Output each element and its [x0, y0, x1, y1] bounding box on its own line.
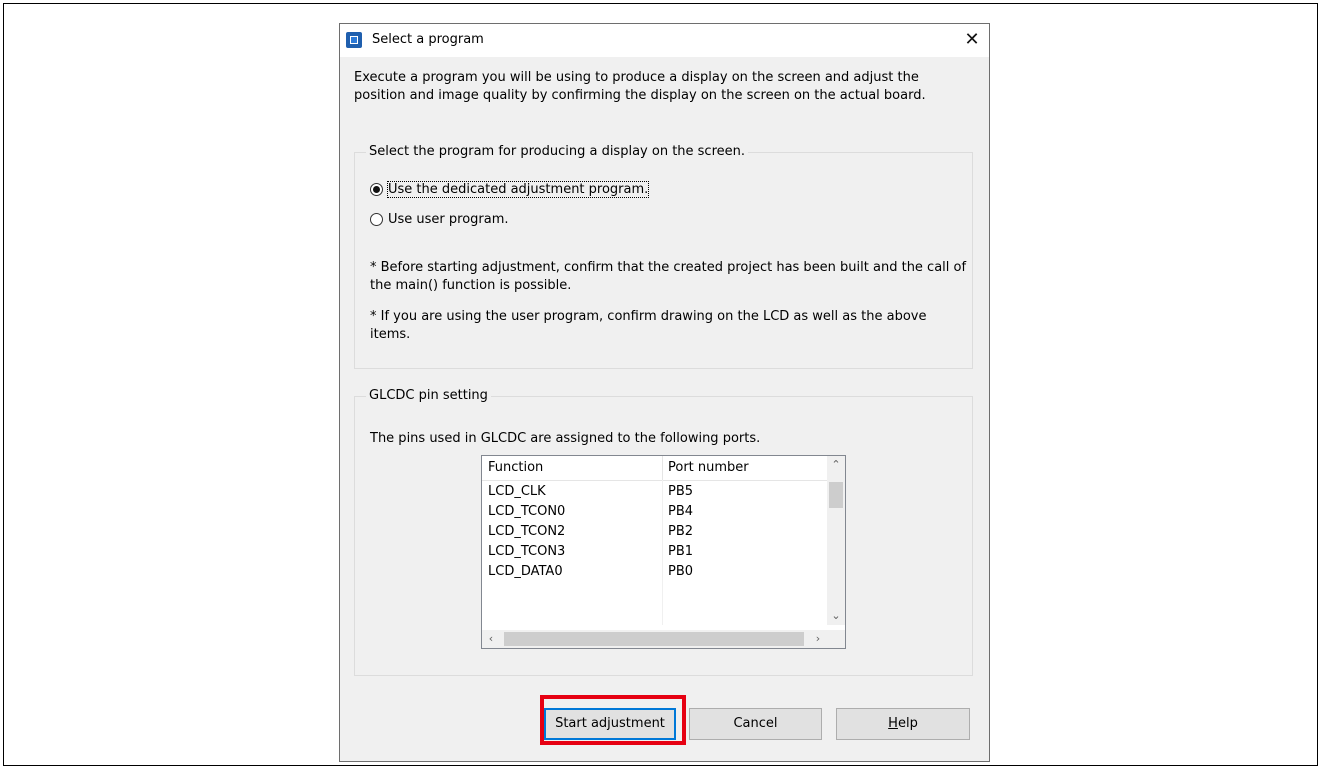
title-bar: Select a program ✕: [340, 24, 989, 57]
row-function: LCD_TCON0: [488, 504, 566, 519]
note-user-program: * If you are using the user program, con…: [370, 309, 927, 342]
pins-description: The pins used in GLCDC are assigned to t…: [370, 431, 761, 446]
radio-user-program[interactable]: Use user program.: [370, 209, 509, 229]
row-port: PB0: [668, 564, 694, 579]
row-function: LCD_CLK: [488, 484, 546, 499]
cancel-button[interactable]: Cancel: [689, 708, 822, 740]
horizontal-scrollbar[interactable]: ‹ ›: [482, 630, 827, 648]
list-row[interactable]: LCD_DATA0 PB0: [482, 562, 827, 582]
radio-dedicated-label: Use the dedicated adjustment program.: [386, 180, 650, 198]
scroll-down-icon[interactable]: ⌄: [827, 607, 845, 625]
start-button-highlight: [540, 695, 686, 745]
row-function: LCD_TCON3: [488, 544, 566, 559]
note-build: * Before starting adjustment, confirm th…: [370, 260, 967, 293]
horizontal-scroll-thumb[interactable]: [504, 632, 804, 646]
help-accelerator: H: [888, 716, 898, 731]
scroll-corner: [827, 630, 845, 648]
vertical-scrollbar[interactable]: ⌃ ⌄: [827, 456, 845, 625]
chip-icon: [346, 32, 362, 48]
program-select-group: Select the program for producing a displ…: [354, 144, 973, 369]
list-row[interactable]: LCD_CLK PB5: [482, 482, 827, 502]
glcdc-pin-group: GLCDC pin setting The pins used in GLCDC…: [354, 388, 973, 676]
radio-user-label: Use user program.: [388, 211, 509, 227]
scroll-left-icon[interactable]: ‹: [482, 630, 500, 648]
pin-group-legend: GLCDC pin setting: [366, 388, 491, 403]
dialog-title: Select a program: [372, 32, 484, 47]
radio-dedicated-program[interactable]: Use the dedicated adjustment program.: [370, 179, 650, 199]
radio-button-checked[interactable]: [370, 182, 383, 196]
vertical-scroll-thumb[interactable]: [829, 482, 843, 508]
select-program-dialog: Select a program ✕ Execute a program you…: [339, 23, 990, 762]
row-function: LCD_DATA0: [488, 564, 563, 579]
row-function: LCD_TCON2: [488, 524, 566, 539]
list-row[interactable]: LCD_TCON2 PB2: [482, 522, 827, 542]
row-port: PB5: [668, 484, 694, 499]
help-button[interactable]: Help: [836, 708, 970, 740]
row-port: PB2: [668, 524, 694, 539]
row-port: PB4: [668, 504, 694, 519]
help-label-rest: elp: [897, 716, 918, 731]
list-row[interactable]: LCD_TCON0 PB4: [482, 502, 827, 522]
row-port: PB1: [668, 544, 694, 559]
scroll-right-icon[interactable]: ›: [809, 630, 827, 648]
scroll-up-icon[interactable]: ⌃: [827, 456, 845, 474]
pin-list[interactable]: Function Port number LCD_CLK PB5 LCD_TCO…: [481, 455, 846, 649]
column-header-port[interactable]: Port number: [662, 456, 827, 480]
list-header: Function Port number: [482, 456, 827, 481]
radio-button-unchecked[interactable]: [370, 212, 383, 226]
intro-text: Execute a program you will be using to p…: [354, 70, 926, 103]
program-group-legend: Select the program for producing a displ…: [366, 144, 749, 159]
list-row[interactable]: LCD_TCON3 PB1: [482, 542, 827, 562]
column-header-function[interactable]: Function: [482, 456, 662, 480]
close-icon[interactable]: ✕: [961, 29, 983, 51]
